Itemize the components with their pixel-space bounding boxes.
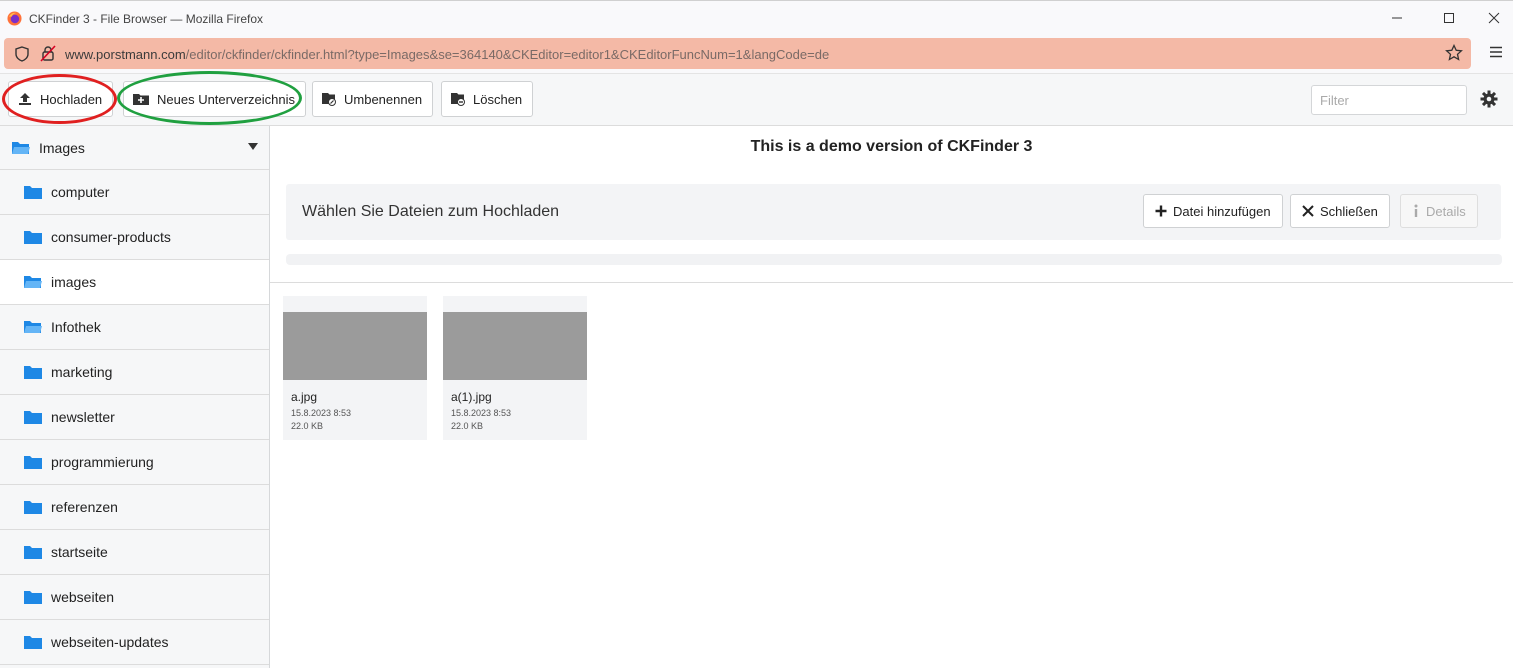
upload-progress-bar: [286, 254, 1502, 265]
add-file-button[interactable]: Datei hinzufügen: [1143, 194, 1283, 228]
file-name: a(1).jpg: [451, 390, 492, 404]
url-path: /editor/ckfinder/ckfinder.html?type=Imag…: [185, 47, 830, 62]
folder-icon: [24, 231, 42, 244]
rename-label: Umbenennen: [344, 91, 423, 107]
bookmark-star-icon[interactable]: [1445, 44, 1463, 62]
main-pane: This is a demo version of CKFinder 3 Wäh…: [270, 126, 1513, 668]
close-upload-button[interactable]: Schließen: [1290, 194, 1390, 228]
sidebar-item-computer[interactable]: computer: [0, 170, 269, 215]
navigation-bar: www.porstmann.com/editor/ckfinder/ckfind…: [0, 34, 1513, 74]
file-tile[interactable]: a.jpg 15.8.2023 8:53 22.0 KB: [283, 296, 427, 440]
sidebar-item-referenzen[interactable]: referenzen: [0, 485, 269, 530]
upload-icon: [17, 92, 33, 106]
sidebar-item-infothek[interactable]: Infothek: [0, 305, 269, 350]
sidebar-item-newsletter[interactable]: newsletter: [0, 395, 269, 440]
file-size: 22.0 KB: [451, 421, 484, 431]
url-host: www.porstmann.com: [65, 47, 186, 62]
add-file-label: Datei hinzufügen: [1173, 203, 1271, 219]
sidebar-item-programmierung[interactable]: programmierung: [0, 440, 269, 485]
minimize-icon[interactable]: [1385, 7, 1409, 29]
file-tile[interactable]: a(1).jpg 15.8.2023 8:53 22.0 KB: [443, 296, 587, 440]
url-text[interactable]: www.porstmann.com/editor/ckfinder/ckfind…: [65, 47, 829, 62]
folder-sidebar: Images computer consumer-products images…: [0, 126, 270, 668]
file-thumbnail: [283, 312, 427, 380]
insecure-lock-icon[interactable]: [40, 45, 56, 62]
plus-icon: [1155, 205, 1167, 217]
details-label: Details: [1426, 203, 1466, 219]
file-date: 15.8.2023 8:53: [291, 408, 352, 418]
folder-icon: [24, 366, 42, 379]
upload-panel: Wählen Sie Dateien zum Hochladen Datei h…: [286, 184, 1501, 240]
close-label: Schließen: [1320, 203, 1378, 219]
hamburger-menu-icon[interactable]: [1489, 46, 1503, 58]
close-window-icon[interactable]: [1482, 7, 1506, 29]
folder-icon: [24, 546, 42, 559]
ckfinder-toolbar: Hochladen Neues Unterverzeichnis Umbenen…: [0, 71, 1513, 126]
sidebar-item-label: webseiten: [51, 589, 115, 605]
gear-icon[interactable]: [1480, 90, 1498, 108]
browser-titlebar: CKFinder 3 - File Browser — Mozilla Fire…: [0, 0, 1513, 34]
new-folder-icon: [132, 92, 150, 106]
folder-icon: [24, 591, 42, 604]
delete-folder-icon: [450, 92, 466, 106]
upload-button[interactable]: Hochladen: [8, 81, 114, 117]
sidebar-item-label: programmierung: [51, 454, 154, 470]
info-icon: [1412, 204, 1420, 218]
sidebar-item-startseite[interactable]: startseite: [0, 530, 269, 575]
details-button[interactable]: Details: [1400, 194, 1478, 228]
folder-open-icon: [24, 321, 42, 333]
new-folder-button[interactable]: Neues Unterverzeichnis: [123, 81, 307, 117]
sidebar-item-images[interactable]: images: [0, 260, 269, 305]
sidebar-root-label: Images: [39, 140, 85, 156]
folder-icon: [24, 636, 42, 649]
sidebar-item-label: marketing: [51, 364, 113, 380]
sidebar-item-consumer-products[interactable]: consumer-products: [0, 215, 269, 260]
sidebar-item-label: Infothek: [51, 319, 101, 335]
folder-open-icon: [12, 142, 30, 154]
sidebar-item-webseiten[interactable]: webseiten: [0, 575, 269, 620]
upload-label: Hochladen: [40, 91, 103, 107]
sidebar-item-label: computer: [51, 184, 110, 200]
demo-notice: This is a demo version of CKFinder 3: [750, 138, 1033, 155]
new-folder-label: Neues Unterverzeichnis: [157, 91, 296, 107]
sidebar-item-label: webseiten-updates: [51, 634, 169, 650]
close-icon: [1302, 205, 1314, 217]
upload-message: Wählen Sie Dateien zum Hochladen: [302, 203, 560, 220]
sidebar-item-label: referenzen: [51, 499, 118, 515]
filter-input[interactable]: [1311, 85, 1467, 115]
sidebar-item-label: consumer-products: [51, 229, 171, 245]
sidebar-item-label: startseite: [51, 544, 108, 560]
url-bar[interactable]: www.porstmann.com/editor/ckfinder/ckfind…: [4, 38, 1471, 69]
sidebar-item-webseiten-updates[interactable]: webseiten-updates: [0, 620, 269, 665]
sidebar-item-label: images: [51, 274, 97, 290]
folder-icon: [24, 456, 42, 469]
file-size: 22.0 KB: [291, 421, 324, 431]
folder-open-icon: [24, 276, 42, 288]
sidebar-item-label: newsletter: [51, 409, 115, 425]
delete-label: Löschen: [473, 91, 523, 107]
file-date: 15.8.2023 8:53: [451, 408, 512, 418]
file-thumbnail: [443, 312, 587, 380]
folder-icon: [24, 501, 42, 514]
sidebar-root-images[interactable]: Images: [0, 126, 269, 170]
delete-button[interactable]: Löschen: [441, 81, 534, 117]
caret-down-icon[interactable]: [248, 143, 258, 151]
rename-icon: [321, 92, 337, 106]
divider: [270, 282, 1513, 283]
shield-icon[interactable]: [14, 46, 30, 62]
firefox-icon: [7, 11, 22, 26]
file-name: a.jpg: [291, 390, 318, 404]
folder-icon: [24, 411, 42, 424]
folder-icon: [24, 186, 42, 199]
sidebar-item-marketing[interactable]: marketing: [0, 350, 269, 395]
window-title: CKFinder 3 - File Browser — Mozilla Fire…: [29, 12, 264, 26]
rename-button[interactable]: Umbenennen: [312, 81, 434, 117]
maximize-icon[interactable]: [1437, 7, 1461, 29]
